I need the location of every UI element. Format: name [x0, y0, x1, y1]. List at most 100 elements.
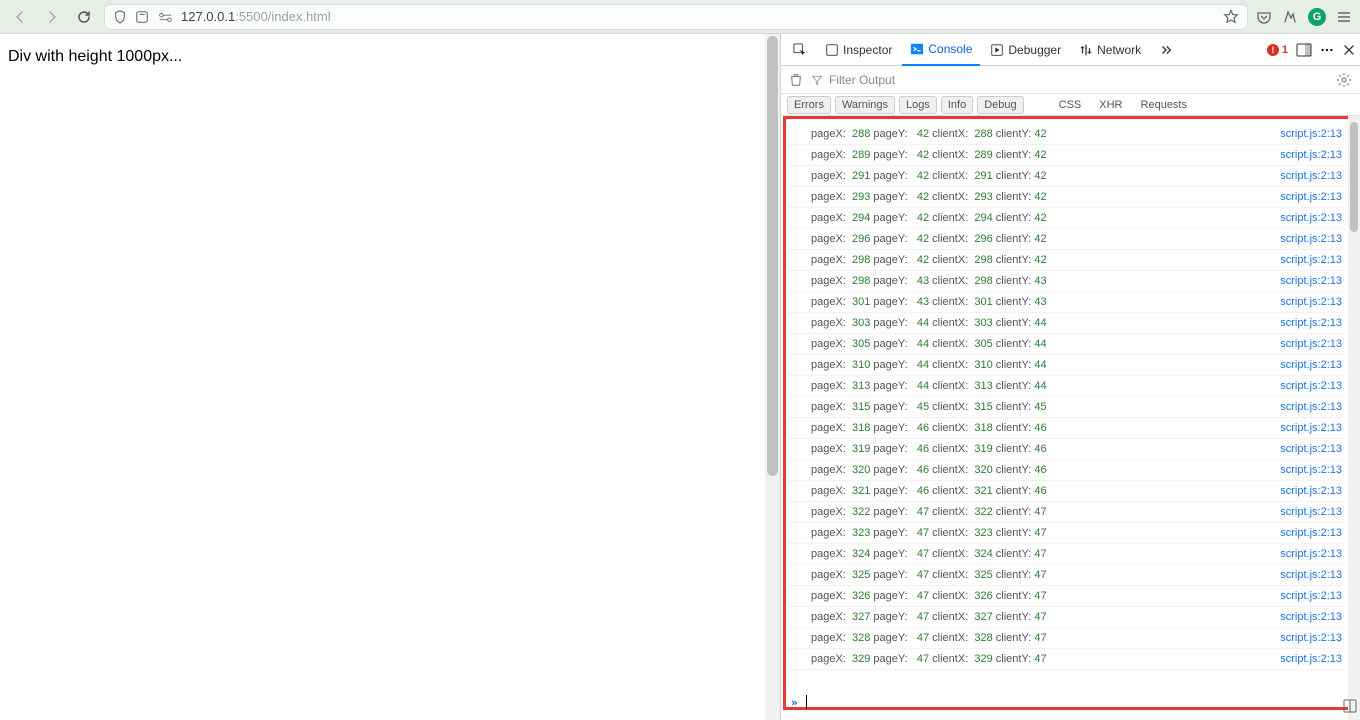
console-log-row: pageX: 298 pageY: 43 clientX: 298 client… [787, 271, 1346, 292]
console-log-row: pageX: 326 pageY: 47 clientX: 326 client… [787, 586, 1346, 607]
source-link[interactable]: script.js:2:13 [1280, 443, 1342, 455]
source-link[interactable]: script.js:2:13 [1280, 149, 1342, 161]
extensions-icon[interactable] [1282, 9, 1298, 25]
source-link[interactable]: script.js:2:13 [1280, 212, 1342, 224]
console-log-row: pageX: 296 pageY: 42 clientX: 296 client… [787, 229, 1346, 250]
tab-inspector[interactable]: Inspector [817, 34, 900, 66]
source-link[interactable]: script.js:2:13 [1280, 128, 1342, 140]
console-log-row: pageX: 291 pageY: 42 clientX: 291 client… [787, 166, 1346, 187]
source-link[interactable]: script.js:2:13 [1280, 611, 1342, 623]
tab-network[interactable]: Network [1071, 34, 1149, 66]
pick-element-button[interactable] [785, 34, 815, 66]
source-link[interactable]: script.js:2:13 [1280, 653, 1342, 665]
cat-info[interactable]: Info [941, 96, 973, 114]
source-link[interactable]: script.js:2:13 [1280, 401, 1342, 413]
back-button[interactable] [8, 5, 32, 29]
source-link[interactable]: script.js:2:13 [1280, 506, 1342, 518]
source-link[interactable]: script.js:2:13 [1280, 464, 1342, 476]
page-info-icon[interactable] [135, 10, 149, 24]
console-log-row: pageX: 322 pageY: 47 clientX: 322 client… [787, 502, 1346, 523]
source-link[interactable]: script.js:2:13 [1280, 632, 1342, 644]
source-link[interactable]: script.js:2:13 [1280, 296, 1342, 308]
page-viewport[interactable]: Div with height 1000px... [0, 34, 780, 720]
source-link[interactable]: script.js:2:13 [1280, 527, 1342, 539]
console-log-row: pageX: 327 pageY: 47 clientX: 327 client… [787, 607, 1346, 628]
more-tabs-icon[interactable] [1151, 34, 1181, 66]
cat-debug[interactable]: Debug [977, 96, 1023, 114]
console-log-row: pageX: 298 pageY: 42 clientX: 298 client… [787, 250, 1346, 271]
cat-requests[interactable]: Requests [1134, 96, 1194, 114]
funnel-icon [811, 74, 823, 86]
prompt-icon: » [791, 696, 798, 709]
console-log-row: pageX: 288 pageY: 42 clientX: 288 client… [787, 124, 1346, 145]
cat-css[interactable]: CSS [1052, 96, 1089, 114]
console-log-row: pageX: 310 pageY: 44 clientX: 310 client… [787, 355, 1346, 376]
toolbar-right: G [1256, 8, 1352, 26]
console-log-row: pageX: 320 pageY: 46 clientX: 320 client… [787, 460, 1346, 481]
tab-debugger[interactable]: Debugger [982, 34, 1069, 66]
console-log-row: pageX: 318 pageY: 46 clientX: 318 client… [787, 418, 1346, 439]
console-log-row: pageX: 313 pageY: 44 clientX: 313 client… [787, 376, 1346, 397]
console-log-row: pageX: 301 pageY: 43 clientX: 301 client… [787, 292, 1346, 313]
browser-toolbar: 127.0.0.1:5500/index.html G [0, 0, 1360, 34]
console-log-row: pageX: 315 pageY: 45 clientX: 315 client… [787, 397, 1346, 418]
console-log-row: pageX: 294 pageY: 42 clientX: 294 client… [787, 208, 1346, 229]
source-link[interactable]: script.js:2:13 [1280, 359, 1342, 371]
console-log-row: pageX: 293 pageY: 42 clientX: 293 client… [787, 187, 1346, 208]
kebab-icon[interactable] [1320, 43, 1334, 57]
console-input[interactable]: » [787, 690, 1346, 714]
console-log-row: pageX: 328 pageY: 47 clientX: 328 client… [787, 628, 1346, 649]
console-log-row: pageX: 325 pageY: 47 clientX: 325 client… [787, 565, 1346, 586]
console-log-row: pageX: 319 pageY: 46 clientX: 319 client… [787, 439, 1346, 460]
error-count-badge[interactable]: !1 [1267, 44, 1288, 56]
console-log-row: pageX: 303 pageY: 44 clientX: 303 client… [787, 313, 1346, 334]
console-log-row: pageX: 305 pageY: 44 clientX: 305 client… [787, 334, 1346, 355]
cat-warnings[interactable]: Warnings [835, 96, 895, 114]
cat-errors[interactable]: Errors [787, 96, 831, 114]
console-settings-icon[interactable] [1336, 72, 1352, 88]
input-caret [806, 695, 807, 709]
dock-icon[interactable] [1296, 42, 1312, 58]
cat-xhr[interactable]: XHR [1092, 96, 1129, 114]
source-link[interactable]: script.js:2:13 [1280, 254, 1342, 266]
source-link[interactable]: script.js:2:13 [1280, 170, 1342, 182]
page-body-text: Div with height 1000px... [8, 48, 772, 66]
close-devtools-icon[interactable] [1342, 43, 1356, 57]
console-log-row: pageX: 324 pageY: 47 clientX: 324 client… [787, 544, 1346, 565]
source-link[interactable]: script.js:2:13 [1280, 422, 1342, 434]
split-console-icon[interactable] [1342, 698, 1358, 714]
console-categories: Errors Warnings Logs Info Debug CSS XHR … [781, 94, 1360, 116]
source-link[interactable]: script.js:2:13 [1280, 317, 1342, 329]
tab-console[interactable]: Console [902, 34, 980, 66]
grammarly-icon[interactable]: G [1308, 8, 1326, 26]
permissions-icon[interactable] [157, 10, 173, 24]
console-scrollbar[interactable] [1348, 116, 1360, 720]
console-log-row: pageX: 289 pageY: 42 clientX: 289 client… [787, 145, 1346, 166]
forward-button[interactable] [40, 5, 64, 29]
source-link[interactable]: script.js:2:13 [1280, 275, 1342, 287]
star-icon[interactable] [1223, 9, 1239, 25]
source-link[interactable]: script.js:2:13 [1280, 191, 1342, 203]
source-link[interactable]: script.js:2:13 [1280, 338, 1342, 350]
console-filter-bar: Filter Output [781, 66, 1360, 94]
pocket-icon[interactable] [1256, 9, 1272, 25]
menu-icon[interactable] [1336, 9, 1352, 25]
console-log-row: pageX: 321 pageY: 46 clientX: 321 client… [787, 481, 1346, 502]
source-link[interactable]: script.js:2:13 [1280, 380, 1342, 392]
console-log-row: pageX: 329 pageY: 47 clientX: 329 client… [787, 649, 1346, 670]
url-text: 127.0.0.1:5500/index.html [181, 9, 331, 24]
devtools-tabs: Inspector Console Debugger Network !1 [781, 34, 1360, 66]
clear-console-icon[interactable] [789, 73, 803, 87]
page-scrollbar[interactable] [765, 34, 780, 720]
source-link[interactable]: script.js:2:13 [1280, 485, 1342, 497]
source-link[interactable]: script.js:2:13 [1280, 548, 1342, 560]
shield-icon [113, 10, 127, 24]
console-output[interactable]: pageX: 288 pageY: 42 clientX: 288 client… [781, 116, 1360, 720]
address-bar[interactable]: 127.0.0.1:5500/index.html [104, 4, 1248, 30]
cat-logs[interactable]: Logs [899, 96, 937, 114]
reload-button[interactable] [72, 5, 96, 29]
source-link[interactable]: script.js:2:13 [1280, 590, 1342, 602]
filter-output-input[interactable]: Filter Output [811, 73, 1328, 87]
source-link[interactable]: script.js:2:13 [1280, 569, 1342, 581]
source-link[interactable]: script.js:2:13 [1280, 233, 1342, 245]
